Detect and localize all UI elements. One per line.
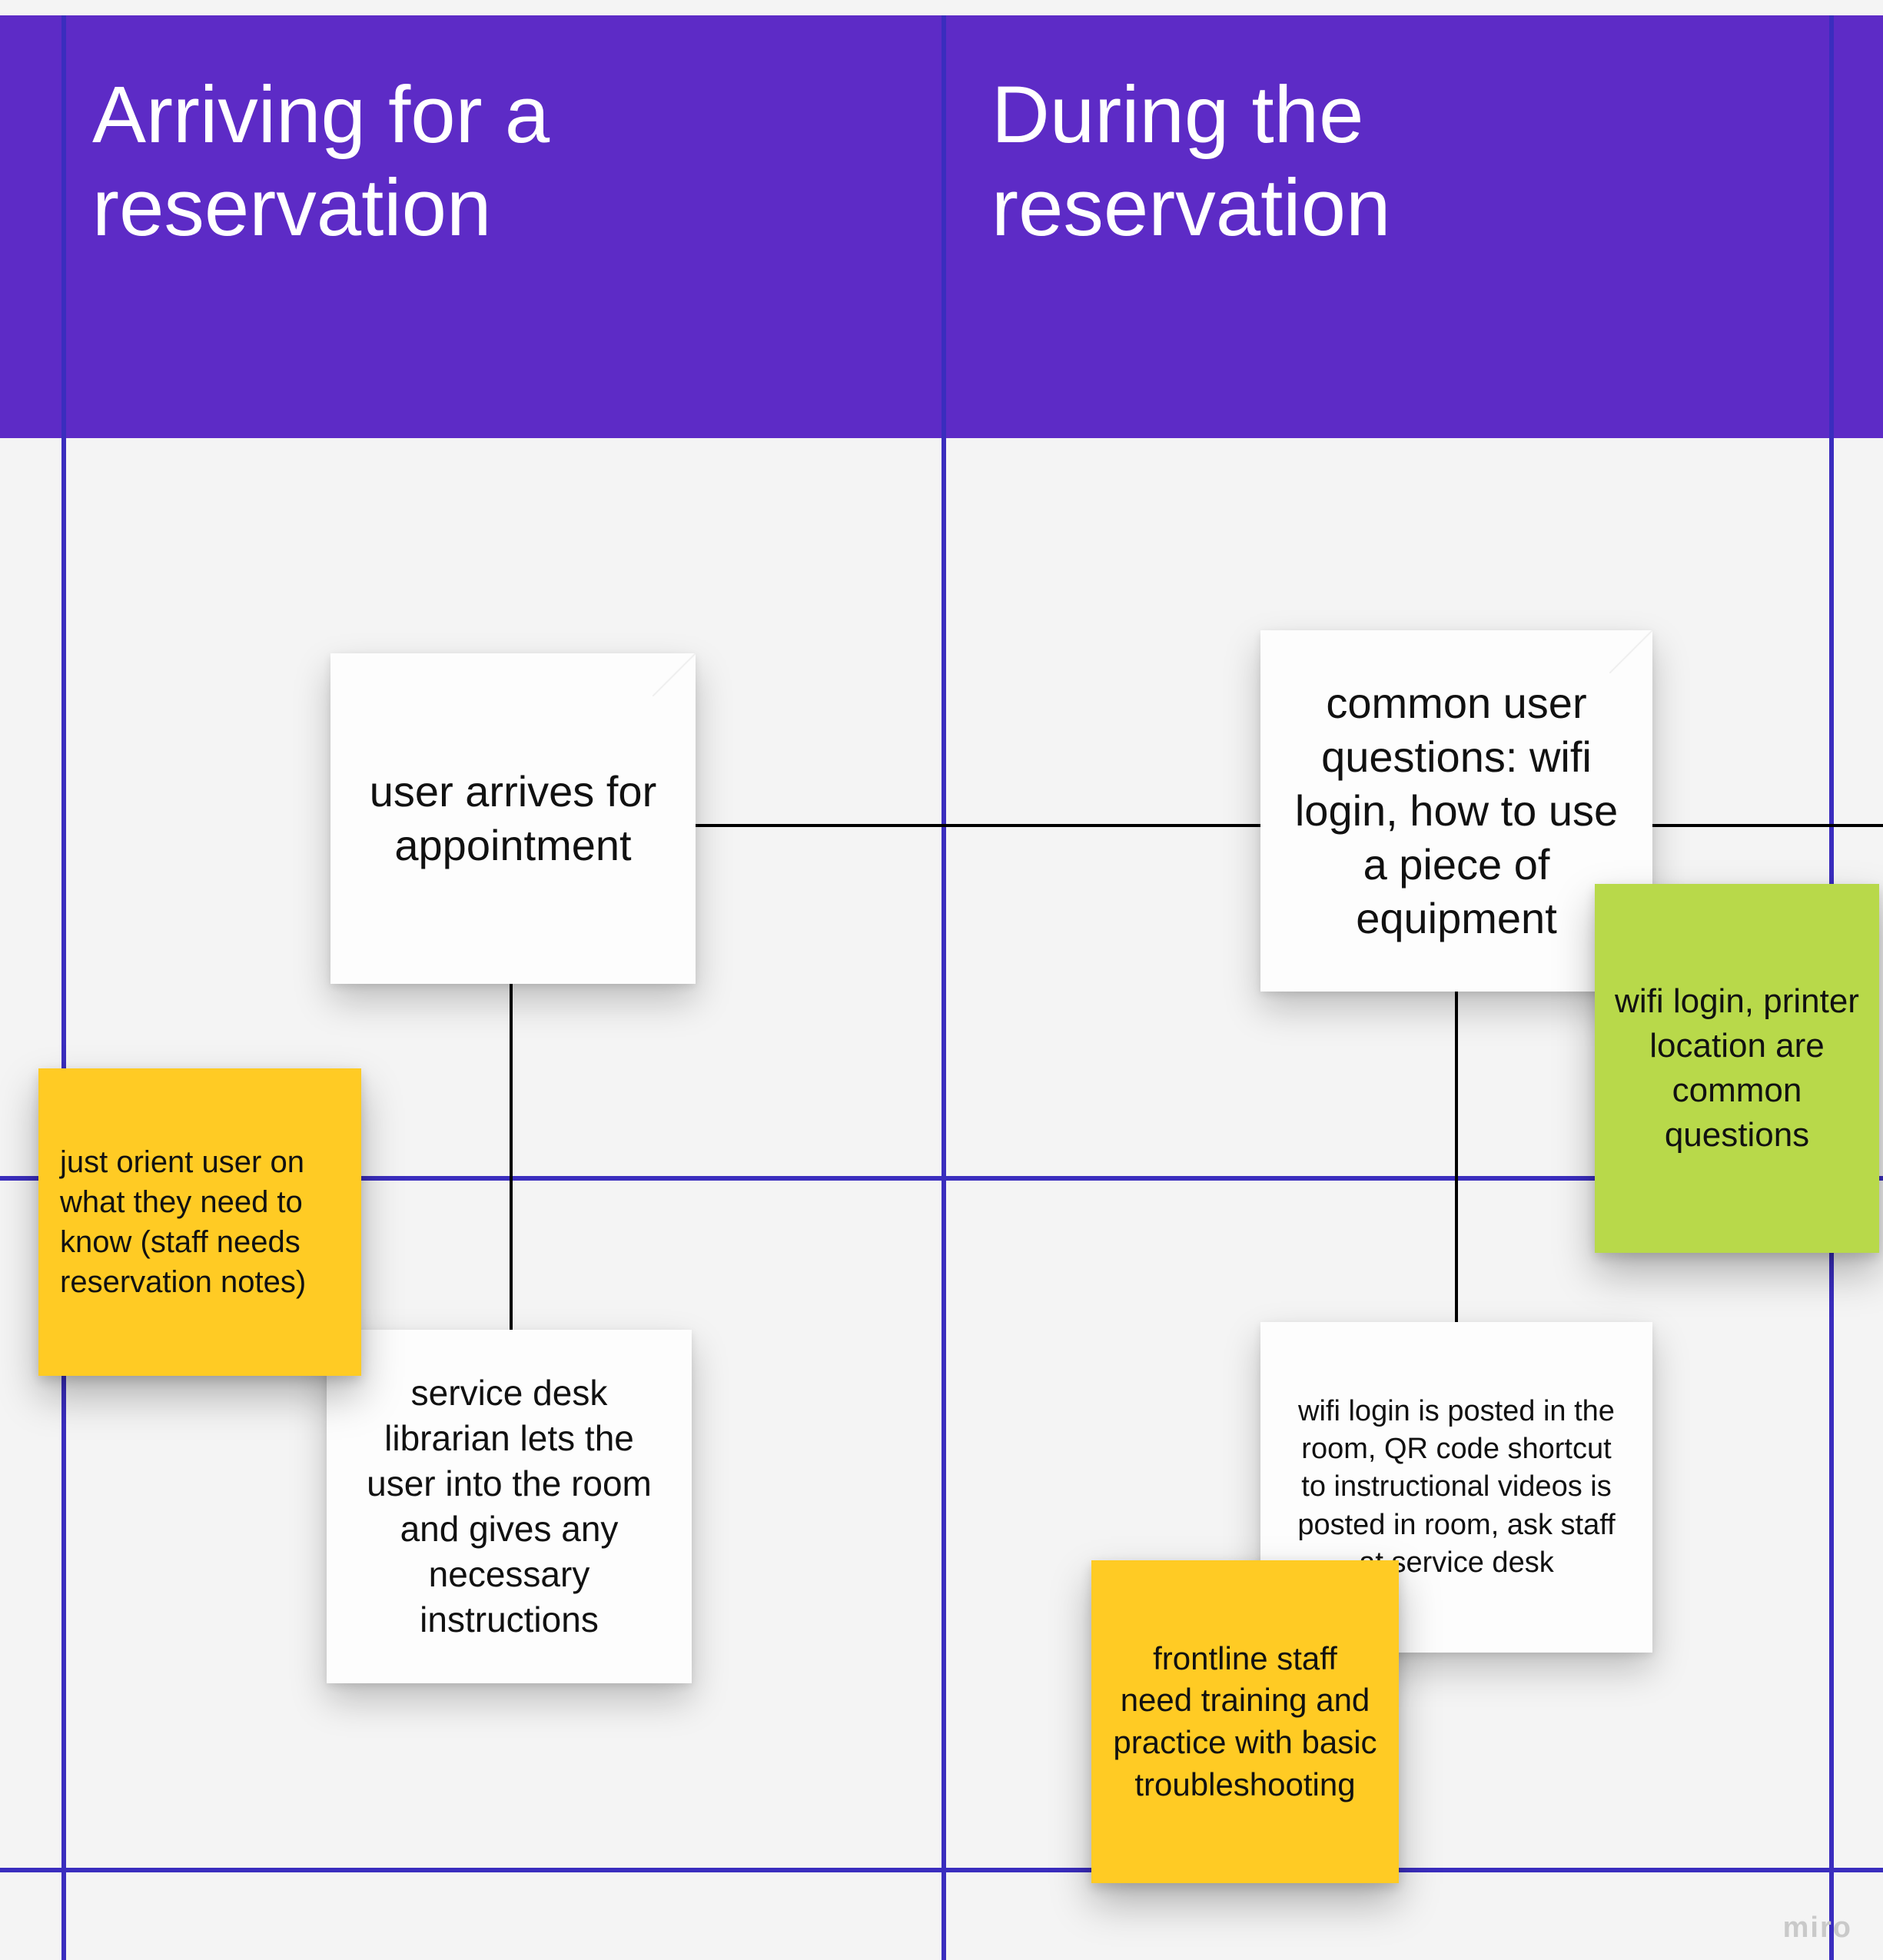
card-fold-icon bbox=[1609, 630, 1652, 673]
card-text: common user questions: wifi login, how t… bbox=[1260, 653, 1652, 968]
connector-c2-to-c4 bbox=[1455, 992, 1458, 1322]
sticky-text: wifi login, printer location are common … bbox=[1595, 979, 1879, 1158]
connector-c1-to-c2 bbox=[696, 824, 1260, 827]
miro-watermark: miro bbox=[1783, 1912, 1852, 1945]
card-user-arrives[interactable]: user arrives for appointment bbox=[330, 653, 696, 984]
sticky-staff-training[interactable]: frontline staff need training and practi… bbox=[1091, 1560, 1399, 1883]
grid-horizontal-bottom bbox=[0, 1868, 1883, 1872]
miro-canvas[interactable]: Arriving for a reservation During the re… bbox=[0, 0, 1883, 1960]
sticky-wifi-printer[interactable]: wifi login, printer location are common … bbox=[1595, 884, 1879, 1253]
connector-c1-to-c3 bbox=[510, 984, 513, 1330]
grid-vertical-center bbox=[942, 15, 946, 1960]
sticky-text: just orient user on what they need to kn… bbox=[38, 1142, 361, 1302]
grid-vertical-left bbox=[61, 15, 66, 1960]
column-header-arriving[interactable]: Arriving for a reservation bbox=[92, 69, 884, 255]
connector-c2-to-right bbox=[1652, 824, 1883, 827]
card-service-desk-librarian[interactable]: service desk librarian lets the user int… bbox=[327, 1330, 692, 1683]
card-text: user arrives for appointment bbox=[330, 742, 696, 895]
sticky-orient-user[interactable]: just orient user on what they need to kn… bbox=[38, 1068, 361, 1376]
card-common-questions[interactable]: common user questions: wifi login, how t… bbox=[1260, 630, 1652, 992]
card-text: service desk librarian lets the user int… bbox=[327, 1347, 692, 1665]
sticky-text: frontline staff need training and practi… bbox=[1091, 1638, 1399, 1806]
column-header-during[interactable]: During the reservation bbox=[991, 69, 1783, 255]
card-fold-icon bbox=[653, 653, 696, 696]
